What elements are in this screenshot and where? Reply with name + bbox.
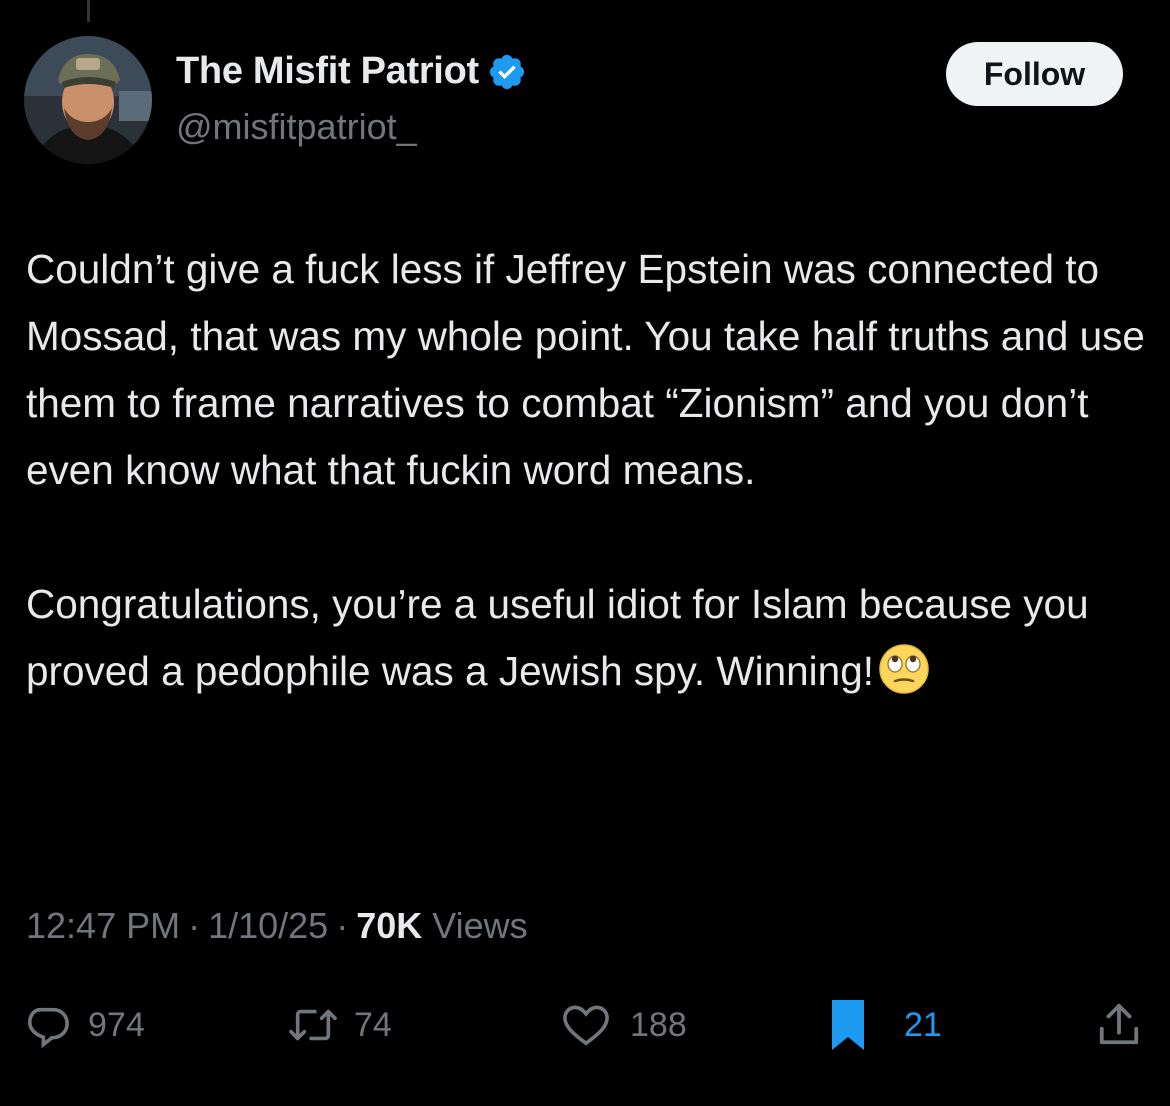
author-name-row: The Misfit Patriot <box>176 50 527 93</box>
views-label: Views <box>432 905 528 946</box>
reply-count: 974 <box>88 1005 145 1044</box>
thread-connector-line <box>87 0 90 22</box>
follow-button[interactable]: Follow <box>946 42 1123 106</box>
share-icon <box>1099 1003 1139 1045</box>
reply-icon <box>27 1007 69 1048</box>
share-button[interactable] <box>1096 990 1142 1060</box>
avatar[interactable] <box>24 36 152 164</box>
action-bar: 974 74 188 21 <box>0 990 1170 1060</box>
repost-count: 74 <box>354 1005 392 1044</box>
meta-separator: · <box>336 905 349 946</box>
tweet-paragraph: Couldn’t give a fuck less if Jeffrey Eps… <box>26 246 1145 493</box>
tweet-date[interactable]: 1/10/25 <box>208 905 328 947</box>
bookmark-button[interactable]: 21 <box>830 990 942 1060</box>
repost-icon <box>289 1009 337 1041</box>
meta-separator: · <box>188 905 201 946</box>
like-count: 188 <box>630 1005 687 1044</box>
repost-button[interactable]: 74 <box>286 990 392 1060</box>
like-button[interactable]: 188 <box>560 990 687 1060</box>
bookmark-filled-icon <box>832 1000 864 1050</box>
bookmark-count: 21 <box>904 1005 942 1044</box>
tweet-text: Couldn’t give a fuck less if Jeffrey Eps… <box>26 236 1151 705</box>
author-display-name[interactable]: The Misfit Patriot <box>176 50 479 93</box>
verified-badge-icon <box>487 52 527 92</box>
face-with-rolling-eyes-icon <box>878 643 930 695</box>
tweet-time[interactable]: 12:47 PM <box>26 905 180 947</box>
views-count[interactable]: 70K <box>356 905 422 947</box>
heart-icon <box>563 1005 609 1046</box>
tweet-paragraph: Congratulations, you’re a useful idiot f… <box>26 571 1151 705</box>
author-handle[interactable]: @misfitpatriot_ <box>176 106 417 148</box>
reply-button[interactable]: 974 <box>24 990 145 1060</box>
tweet-meta: 12:47 PM · 1/10/25 · 70K Views <box>26 905 528 947</box>
